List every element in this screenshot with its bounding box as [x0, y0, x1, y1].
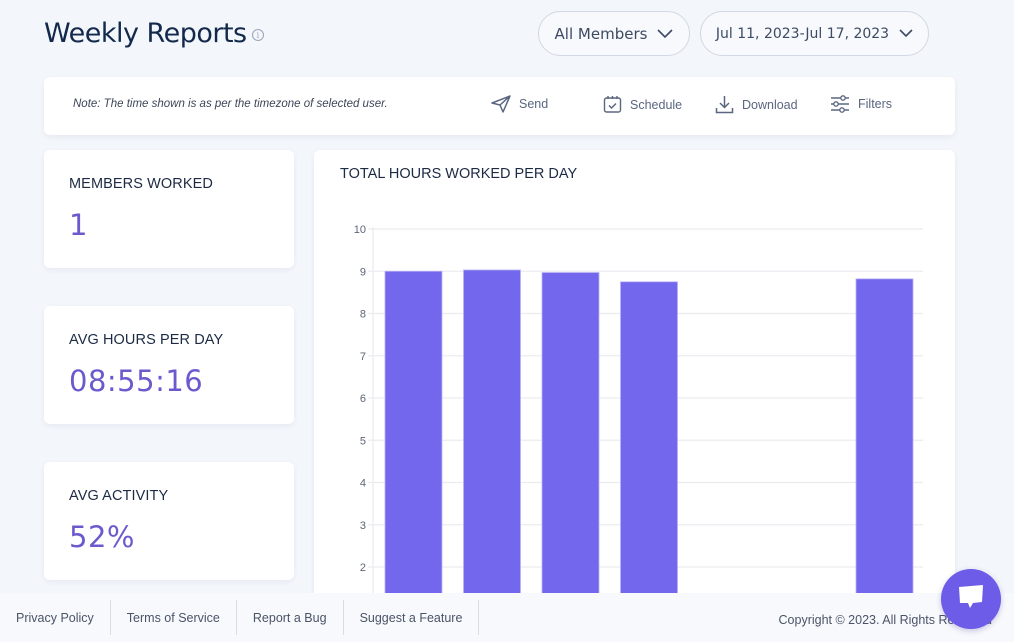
stat-card-members-worked: MEMBERS WORKED 1: [44, 150, 294, 268]
chevron-down-icon: [657, 25, 674, 43]
bar-jul-17: [855, 278, 914, 610]
suggest-feature-link[interactable]: Suggest a Feature: [344, 600, 480, 635]
date-range-select[interactable]: Jul 11, 2023-Jul 17, 2023: [700, 11, 929, 56]
filters-button[interactable]: Filters: [830, 95, 892, 113]
footer: Privacy Policy Terms of Service Report a…: [0, 593, 1014, 642]
stat-card-avg-activity: AVG ACTIVITY 52%: [44, 462, 294, 580]
hours-bar-chart: 2 3 4 5 6 7 8 9 10: [354, 224, 923, 610]
download-button[interactable]: Download: [715, 95, 798, 114]
bar-jul-14: [620, 281, 678, 610]
y-tick-label: 2: [360, 562, 366, 574]
chat-bubble-icon: [956, 583, 986, 616]
bar-jul-11: [384, 270, 443, 610]
y-tick-label: 9: [360, 266, 366, 278]
y-tick-label: 4: [360, 478, 366, 490]
filters-label: Filters: [858, 97, 893, 111]
stat-label: AVG ACTIVITY: [69, 488, 169, 504]
members-select[interactable]: All Members: [538, 11, 690, 56]
download-icon: [715, 95, 734, 114]
sliders-icon: [830, 95, 850, 113]
report-bug-link[interactable]: Report a Bug: [237, 600, 344, 635]
stat-value: 08:55:16: [69, 364, 204, 398]
page-title-text: Weekly Reports: [44, 18, 247, 49]
bar-jul-13: [541, 272, 600, 610]
page-title: Weekly Reports i: [44, 18, 264, 49]
privacy-policy-link[interactable]: Privacy Policy: [0, 600, 111, 635]
download-label: Download: [742, 97, 798, 112]
chart-y-ticks: 2 3 4 5 6 7 8 9 10: [354, 224, 366, 574]
stat-label: AVG HOURS PER DAY: [69, 332, 224, 348]
members-select-value: All Members: [554, 24, 648, 43]
bar-jul-12: [463, 269, 521, 610]
hours-per-day-chart-card: TOTAL HOURS WORKED PER DAY 2 3 4 5 6 7 8 9 10: [314, 150, 955, 610]
stat-value: 52%: [69, 520, 135, 554]
chevron-down-icon: [899, 26, 913, 42]
y-tick-label: 5: [360, 435, 366, 447]
calendar-check-icon: [603, 95, 622, 114]
stat-label: MEMBERS WORKED: [69, 176, 213, 192]
send-label: Send: [519, 97, 549, 111]
timezone-note: Note: The time shown is as per the timez…: [73, 98, 388, 110]
stat-value: 1: [69, 208, 88, 242]
report-toolbar: Note: The time shown is as per the timez…: [44, 77, 955, 135]
stat-card-avg-hours: AVG HOURS PER DAY 08:55:16: [44, 306, 294, 424]
chat-button[interactable]: [941, 569, 1001, 629]
terms-of-service-link[interactable]: Terms of Service: [111, 600, 237, 635]
schedule-button[interactable]: Schedule: [603, 95, 682, 114]
send-icon: [491, 95, 511, 113]
y-tick-label: 3: [360, 520, 366, 532]
y-tick-label: 8: [360, 309, 366, 321]
date-range-value: Jul 11, 2023-Jul 17, 2023: [715, 25, 890, 42]
y-tick-label: 6: [360, 393, 366, 405]
y-tick-label: 10: [354, 224, 366, 236]
send-button[interactable]: Send: [491, 95, 548, 113]
info-icon[interactable]: i: [251, 29, 264, 41]
schedule-label: Schedule: [630, 97, 683, 112]
y-tick-label: 7: [360, 351, 366, 363]
